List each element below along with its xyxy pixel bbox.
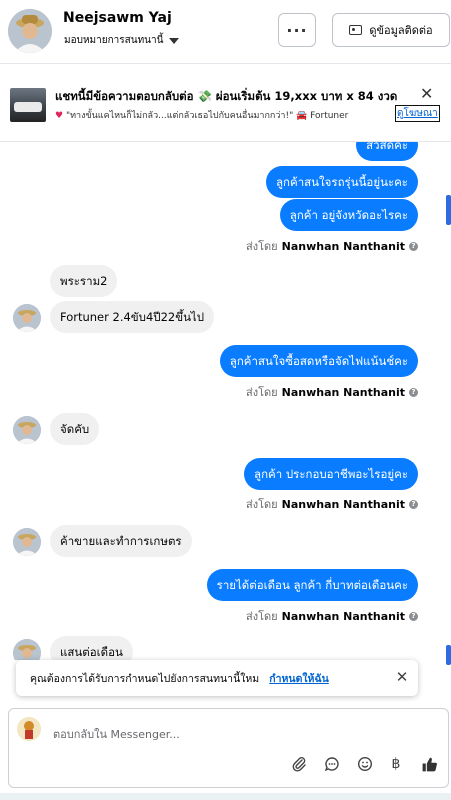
info-icon[interactable]: ? [409, 387, 418, 397]
view-ad-link[interactable]: ดูโฆษณา [395, 105, 440, 122]
assign-label: มอบหมายการสนทนานี้ [64, 35, 164, 46]
more-horizontal-icon: ··· [286, 20, 308, 40]
ad-subtitle: ♥ "ทางขั้นแคไหนก็ไม่กลัว...แต่กลัวเธอไปก… [55, 108, 395, 122]
info-icon[interactable]: ? [409, 611, 418, 621]
ad-title: แชทนี้มีข้อความตอบกลับต่อ 💸 ผ่อนเริ่มต้น… [55, 89, 398, 103]
message-incoming: แสนต่อเดือน [50, 636, 133, 660]
message-outgoing: ลูกค้า อยู่จังหวัดอะไรคะ [279, 199, 418, 231]
paperclip-icon[interactable] [288, 753, 310, 775]
message-incoming: Fortuner 2.4ขับ4ปี22ขึ้นไป [50, 301, 215, 333]
more-button[interactable]: ··· [278, 13, 316, 47]
chat-bubble-icon[interactable] [321, 753, 343, 775]
sent-by-label: ส่งโดย Nanwhan Nanthanit ? [246, 383, 418, 401]
thumbs-up-icon[interactable] [418, 753, 440, 775]
close-icon[interactable]: ✕ [420, 84, 433, 103]
assign-dropdown[interactable]: มอบหมายการสนทนานี้ [64, 33, 180, 48]
ad-banner: แชทนี้มีข้อความตอบกลับต่อ 💸 ผ่อนเริ่มต้น… [0, 84, 451, 128]
sent-by-label: ส่งโดย Nanwhan Nanthanit ? [246, 237, 418, 255]
message-incoming: ค้าขายและทำการเกษตร [50, 525, 192, 557]
message-outgoing: รายได้ต่อเดือน ลูกค้า กี่บาทต่อเดือนคะ [206, 569, 418, 601]
sent-by-prefix: ส่งโดย [246, 498, 278, 511]
message-thread[interactable]: สวัสดีค่ะ ลูกค้าสนใจรถรุ่นนี้อยู่นะคะ ลู… [0, 141, 451, 660]
info-icon[interactable]: ? [409, 499, 418, 509]
scrollbar-thumb[interactable] [446, 195, 451, 225]
sent-by-label: ส่งโดย Nanwhan Nanthanit ? [246, 495, 418, 513]
heart-icon: ♥ [55, 111, 66, 121]
sent-by-agent[interactable]: Nanwhan Nanthanit [282, 240, 405, 253]
contact-avatar-small [13, 416, 41, 444]
sent-by-agent[interactable]: Nanwhan Nanthanit [282, 498, 405, 511]
contact-avatar-small [13, 528, 41, 556]
message-outgoing: ลูกค้าสนใจซื้อสดหรือจัดไฟแน้นช์คะ [219, 345, 418, 377]
sent-by-label: ส่งโดย Nanwhan Nanthanit ? [246, 607, 418, 625]
assign-to-me-link[interactable]: กำหนดให้ฉัน [269, 670, 329, 687]
message-incoming: พระราม2 [50, 265, 118, 297]
ad-thumbnail [10, 88, 46, 122]
scrollbar-thumb-lower[interactable] [446, 645, 451, 665]
footer-strip [0, 793, 451, 800]
message-outgoing: ลูกค้าสนใจรถรุ่นนี้อยู่นะคะ [266, 166, 418, 198]
smiley-icon[interactable] [354, 753, 376, 775]
sent-by-prefix: ส่งโดย [246, 240, 278, 253]
contact-avatar[interactable] [8, 9, 52, 53]
contact-avatar-small [13, 639, 41, 660]
reply-composer[interactable]: ตอบกลับใน Messenger... ฿ [8, 708, 449, 788]
message-outgoing: สวัสดีค่ะ [356, 142, 418, 161]
composer-toolbar: ฿ [9, 753, 448, 777]
reply-input[interactable]: ตอบกลับใน Messenger... [53, 725, 180, 743]
contact-avatar-small [13, 304, 41, 332]
sent-by-prefix: ส่งโดย [246, 610, 278, 623]
agent-avatar [17, 717, 41, 741]
toast-text: คุณต้องการได้รับการกำหนดไปยังการสนทนานี้… [30, 672, 260, 685]
sent-by-agent[interactable]: Nanwhan Nanthanit [282, 610, 405, 623]
contact-name[interactable]: Neejsawm Yaj [63, 10, 172, 26]
baht-icon[interactable]: ฿ [385, 753, 407, 775]
message-outgoing: ลูกค้า ประกอบอาชีพอะไรอยู่คะ [244, 458, 418, 490]
ad-subtitle-text: "ทางขั้นแคไหนก็ไม่กลัว...แต่กลัวเธอไปกับ… [65, 111, 349, 121]
view-contact-button[interactable]: ดูข้อมูลติดต่อ [332, 13, 450, 47]
info-icon[interactable]: ? [409, 241, 418, 251]
conversation-header: Neejsawm Yaj มอบหมายการสนทนานี้ ··· ดูข้… [0, 0, 451, 64]
sent-by-prefix: ส่งโดย [246, 386, 278, 399]
id-card-icon [349, 25, 363, 35]
message-incoming: จัดคับ [50, 413, 100, 445]
close-icon[interactable]: ✕ [390, 668, 414, 688]
assignment-toast: คุณต้องการได้รับการกำหนดไปยังการสนทนานี้… [16, 660, 418, 696]
sent-by-agent[interactable]: Nanwhan Nanthanit [282, 386, 405, 399]
view-contact-label: ดูข้อมูลติดต่อ [369, 24, 433, 37]
caret-down-icon [169, 37, 180, 44]
